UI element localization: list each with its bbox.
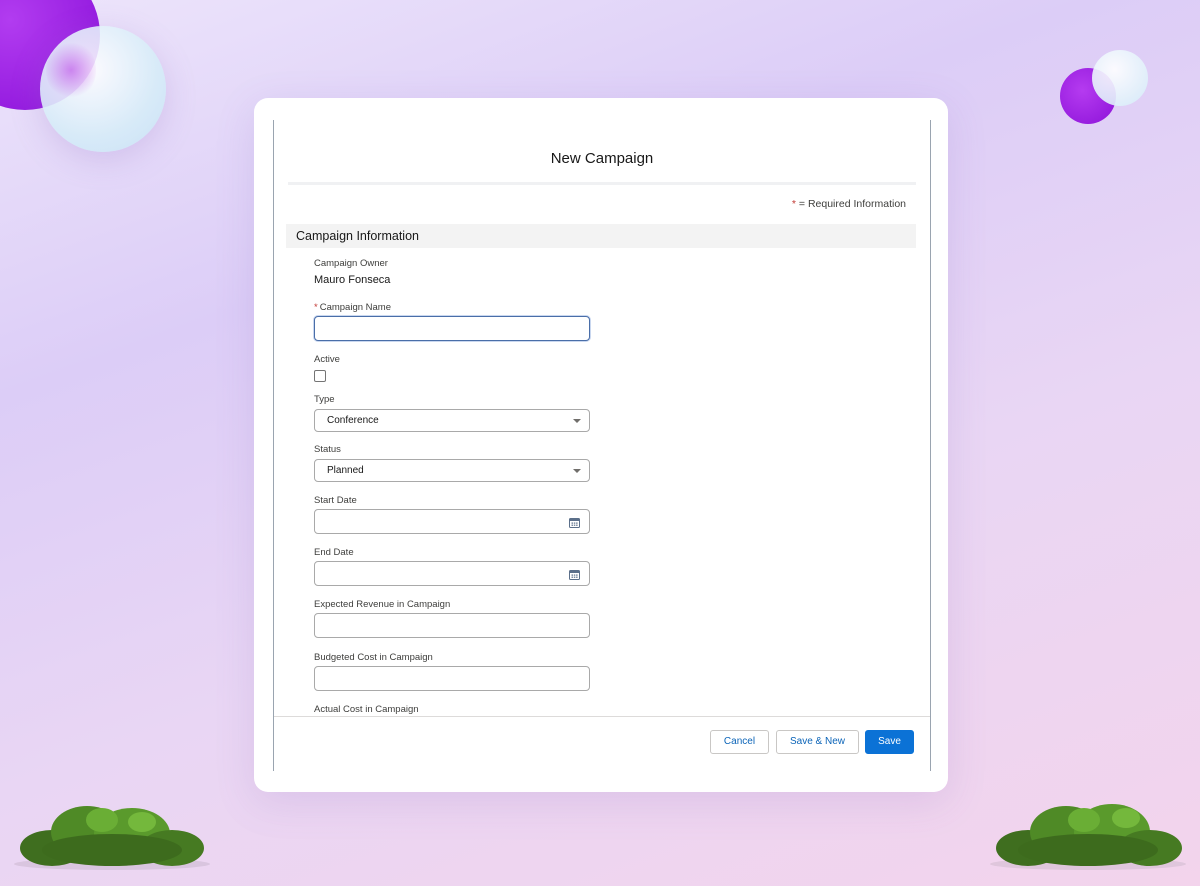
campaign-owner-label: Campaign Owner (314, 258, 388, 269)
decorative-bush (14, 806, 210, 870)
section-header-campaign-information[interactable]: Campaign Information (286, 224, 916, 248)
type-select-value: Conference (327, 415, 379, 426)
end-date-input[interactable] (314, 561, 590, 586)
calendar-icon[interactable] (569, 569, 580, 580)
new-campaign-modal: New Campaign * = Required Information Ca… (273, 120, 931, 771)
type-label: Type (314, 394, 335, 405)
required-star: * (791, 198, 796, 210)
type-select[interactable]: Conference (314, 409, 590, 432)
chevron-down-icon (573, 469, 581, 473)
status-select-value: Planned (327, 465, 364, 476)
start-date-input[interactable] (314, 509, 590, 534)
save-button[interactable]: Save (865, 730, 914, 754)
decorative-bush (990, 804, 1186, 870)
cancel-button[interactable]: Cancel (710, 730, 769, 754)
expected-revenue-input[interactable] (314, 613, 590, 638)
calendar-icon[interactable] (569, 517, 580, 528)
campaign-owner-value: Mauro Fonseca (314, 274, 391, 286)
required-information-note: * = Required Information (792, 198, 906, 210)
start-date-label: Start Date (314, 495, 357, 506)
required-note-text: = Required Information (798, 198, 906, 210)
status-select[interactable]: Planned (314, 459, 590, 482)
status-label: Status (314, 444, 341, 455)
chevron-down-icon (573, 419, 581, 423)
save-and-new-button[interactable]: Save & New (776, 730, 859, 754)
decorative-glass-bubble (1092, 50, 1148, 106)
header-divider (288, 182, 916, 185)
campaign-name-input[interactable] (314, 316, 590, 341)
budgeted-cost-label: Budgeted Cost in Campaign (314, 652, 433, 663)
budgeted-cost-input[interactable] (314, 666, 590, 691)
active-checkbox[interactable] (314, 370, 326, 382)
modal-title: New Campaign (550, 150, 654, 167)
campaign-name-label: * Campaign Name (314, 302, 391, 313)
campaign-name-label-text: Campaign Name (319, 302, 391, 313)
screenshot-card: New Campaign * = Required Information Ca… (254, 98, 948, 792)
expected-revenue-label: Expected Revenue in Campaign (314, 599, 451, 610)
modal-footer: Cancel Save & New Save (274, 716, 930, 771)
required-star: * (314, 302, 318, 313)
end-date-label: End Date (314, 547, 354, 558)
actual-cost-label: Actual Cost in Campaign (314, 704, 419, 715)
active-label: Active (314, 354, 340, 365)
decorative-bubble-reflection (46, 40, 96, 100)
